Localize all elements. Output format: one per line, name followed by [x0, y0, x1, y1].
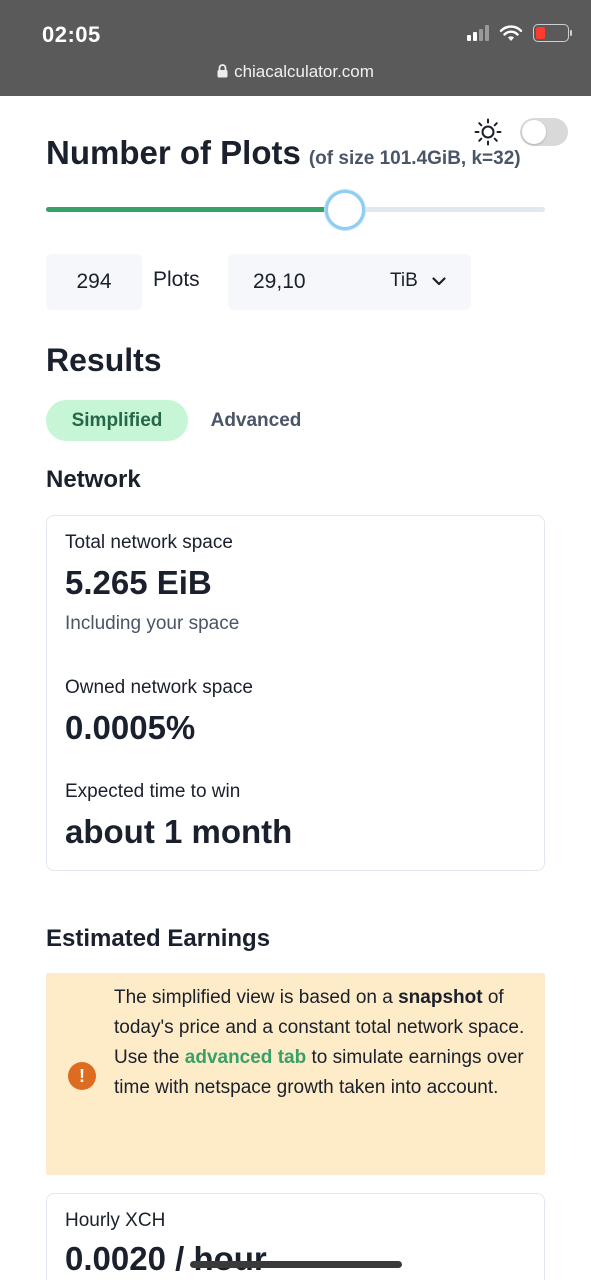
alert-text-part: Use the [114, 1047, 180, 1068]
cellular-signal-icon [467, 25, 489, 41]
network-title: Network [46, 466, 141, 493]
hourly-xch-value: 0.0020 / hour [65, 1240, 267, 1277]
status-bar: 02:05 chiacalculator.com [0, 0, 591, 96]
size-unit-label: TiB [390, 270, 418, 291]
plots-heading: Number of Plots (of size 101.4GiB, k=32) [46, 134, 521, 172]
plot-size-input[interactable]: 29,10 TiB [228, 254, 471, 310]
lock-icon [217, 63, 228, 83]
status-time: 02:05 [42, 22, 101, 47]
advanced-tab-link[interactable]: advanced tab [185, 1047, 306, 1068]
results-title: Results [46, 342, 162, 378]
plots-size-subtitle: (of size 101.4GiB, k=32) [308, 148, 521, 169]
address-bar[interactable]: chiacalculator.com [0, 62, 591, 83]
size-value[interactable]: 29,10 [253, 270, 306, 294]
estimated-earnings-title: Estimated Earnings [46, 925, 271, 952]
warning-icon: ! [68, 1062, 96, 1090]
slider-thumb[interactable] [325, 190, 366, 230]
hourly-xch-label: Hourly XCH [65, 1210, 166, 1231]
owned-network-space-value: 0.0005% [65, 709, 196, 746]
size-unit-select[interactable]: TiB [390, 270, 446, 292]
plots-title: Number of Plots [46, 134, 301, 171]
owned-network-space-label: Owned network space [65, 677, 253, 698]
toggle-knob [522, 120, 546, 144]
slider-filled-track [46, 207, 346, 212]
wifi-icon [499, 24, 523, 42]
plots-slider[interactable] [46, 190, 545, 230]
status-icons [467, 24, 572, 42]
chevron-down-icon [432, 276, 446, 285]
alert-text: The simplified view is based on a snapsh… [114, 983, 526, 1103]
plot-count-input[interactable]: 294 [46, 254, 142, 310]
network-card: Total network space 5.265 EiB Including … [46, 515, 545, 871]
total-network-space-value: 5.265 EiB [65, 564, 212, 601]
plots-unit-label: Plots [153, 268, 200, 291]
tab-simplified[interactable]: Simplified [46, 400, 188, 441]
url-text: chiacalculator.com [234, 62, 374, 81]
alert-text-part: The simplified view is based on a [114, 987, 393, 1008]
total-network-space-help: Including your space [65, 613, 240, 634]
expected-time-value: about 1 month [65, 813, 293, 850]
battery-icon [533, 24, 572, 42]
alert-snapshot-emphasis: snapshot [398, 987, 483, 1008]
home-indicator[interactable] [190, 1261, 402, 1268]
simplified-view-alert: ! The simplified view is based on a snap… [46, 973, 545, 1175]
expected-time-label: Expected time to win [65, 781, 241, 802]
tab-advanced[interactable]: Advanced [196, 400, 316, 441]
total-network-space-label: Total network space [65, 532, 233, 553]
dark-mode-toggle[interactable] [520, 118, 568, 146]
